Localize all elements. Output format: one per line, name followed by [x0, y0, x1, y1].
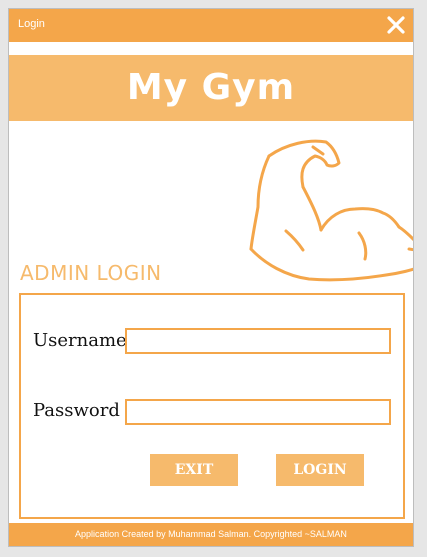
- username-label: Username: [33, 330, 127, 351]
- title-bar: Login: [9, 9, 413, 42]
- login-window: Login My Gym ADMIN LOGIN Username Passwo…: [8, 8, 414, 547]
- flexed-bicep-icon: [249, 139, 413, 282]
- username-field[interactable]: [125, 328, 391, 354]
- admin-login-heading: ADMIN LOGIN: [20, 261, 162, 285]
- password-label: Password: [33, 400, 120, 421]
- exit-button[interactable]: EXIT: [150, 454, 238, 486]
- window-title: Login: [18, 18, 45, 30]
- footer-credits: Application Created by Muhammad Salman. …: [9, 523, 413, 546]
- login-panel: Username Password EXIT LOGIN: [19, 293, 405, 519]
- title-separator: [9, 42, 413, 55]
- app-title: My Gym: [126, 67, 296, 108]
- close-button[interactable]: [385, 12, 407, 38]
- password-field[interactable]: [125, 399, 391, 425]
- close-icon: [387, 16, 405, 34]
- header-banner: My Gym: [9, 55, 413, 121]
- login-button[interactable]: LOGIN: [276, 454, 364, 486]
